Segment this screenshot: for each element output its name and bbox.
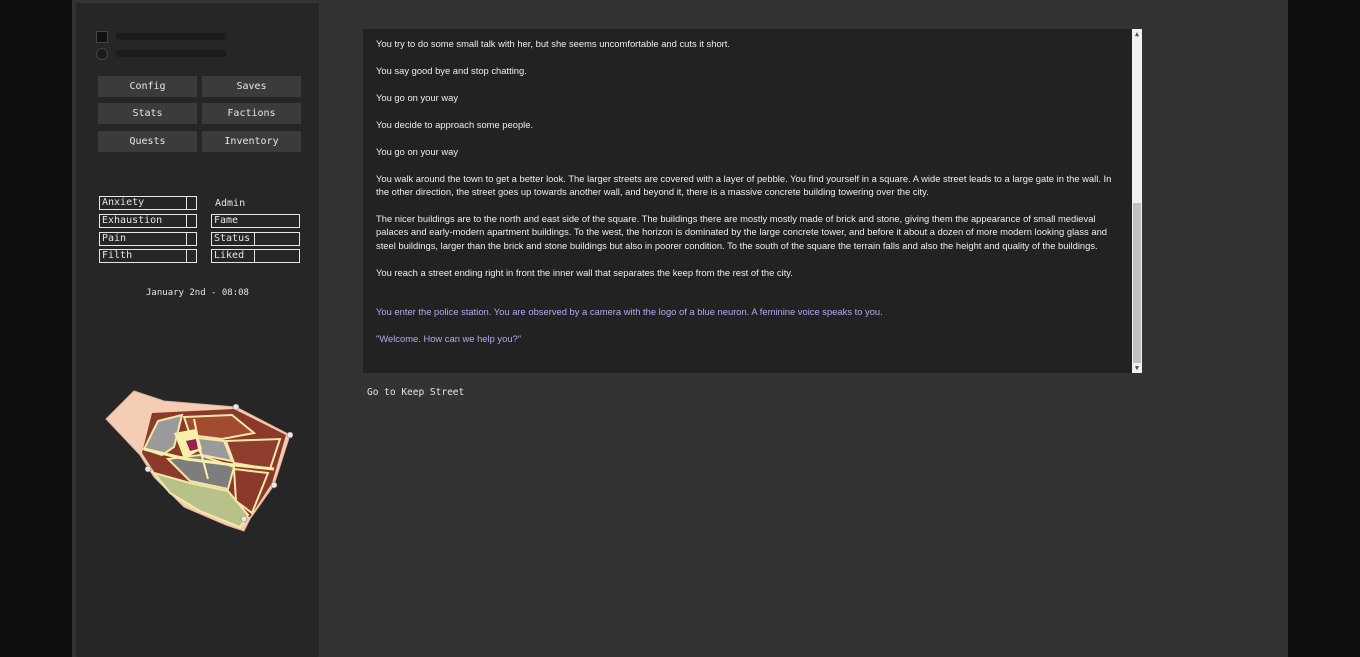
- filth-meter: Filth: [99, 249, 197, 263]
- saves-button[interactable]: Saves: [202, 76, 301, 97]
- story-scrollbar[interactable]: ▲ ▼: [1132, 29, 1142, 373]
- square-icon: [96, 30, 108, 43]
- liked-meter: Liked: [211, 249, 300, 263]
- story-paragraph: You reach a street ending right in front…: [376, 266, 793, 278]
- status-meter: Status: [211, 232, 300, 246]
- obscured-label: [116, 33, 226, 40]
- story-paragraph: You go on your way: [376, 145, 459, 157]
- story-paragraph: The nicer buildings are to the north and…: [376, 212, 1107, 251]
- sidebar: [76, 3, 319, 657]
- pain-marker: [186, 233, 187, 245]
- liked-marker: [254, 250, 255, 262]
- game-date: January 2nd - 08:08: [146, 288, 249, 298]
- story-paragraph: You decide to approach some people.: [376, 118, 534, 130]
- stats-button[interactable]: Stats: [98, 103, 197, 124]
- admin-label: Admin: [215, 198, 246, 209]
- top-icon-row-2[interactable]: [96, 45, 226, 62]
- anxiety-marker: [186, 197, 187, 209]
- pain-label: Pain: [102, 233, 127, 244]
- top-icon-row-1[interactable]: [96, 28, 226, 45]
- npc-dialogue: "Welcome. How can we help you?": [376, 333, 522, 345]
- exhaustion-marker: [186, 215, 187, 227]
- npc-paragraph: You enter the police station. You are ob…: [376, 306, 883, 318]
- scrollbar-thumb[interactable]: [1133, 203, 1141, 363]
- anxiety-meter: Anxiety: [99, 196, 197, 210]
- exhaustion-label: Exhaustion: [102, 215, 163, 226]
- fame-label: Fame: [214, 215, 239, 226]
- anxiety-label: Anxiety: [102, 197, 145, 208]
- inventory-button[interactable]: Inventory: [202, 131, 301, 152]
- obscured-label: [116, 50, 226, 57]
- exhaustion-meter: Exhaustion: [99, 214, 197, 228]
- story-paragraph: You go on your way: [376, 91, 459, 103]
- status-marker: [254, 233, 255, 245]
- refresh-icon: [96, 47, 108, 60]
- config-button[interactable]: Config: [98, 76, 197, 97]
- story-log[interactable]: You try to do some small talk with her, …: [363, 29, 1132, 373]
- city-map[interactable]: [104, 389, 294, 534]
- liked-label: Liked: [214, 250, 245, 261]
- story-paragraph: You try to do some small talk with her, …: [376, 38, 730, 49]
- go-keep-street-link[interactable]: Go to Keep Street: [367, 387, 464, 398]
- factions-button[interactable]: Factions: [202, 103, 301, 124]
- fame-meter: Fame: [211, 214, 300, 228]
- story-paragraph: You walk around the town to get a better…: [376, 172, 1112, 197]
- filth-label: Filth: [102, 250, 133, 261]
- status-label: Status: [214, 233, 251, 244]
- sidebar-top-icons: [96, 28, 226, 62]
- quests-button[interactable]: Quests: [98, 131, 197, 152]
- scroll-down-icon[interactable]: ▼: [1132, 363, 1142, 373]
- scroll-up-icon[interactable]: ▲: [1132, 29, 1142, 39]
- pain-meter: Pain: [99, 232, 197, 246]
- story-paragraph: You say good bye and stop chatting.: [376, 64, 527, 76]
- filth-marker: [186, 250, 187, 262]
